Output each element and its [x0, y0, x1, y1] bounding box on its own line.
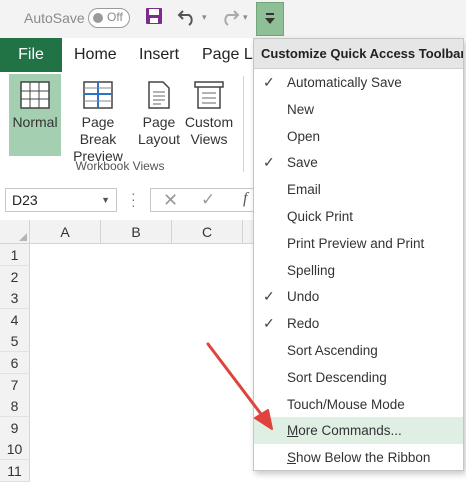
row-header[interactable]: 4	[0, 308, 30, 331]
custom-views-button[interactable]: Custom Views	[184, 74, 234, 156]
page-layout-button[interactable]: Page Layout	[136, 74, 182, 156]
tab-home[interactable]: Home	[74, 46, 117, 64]
autosave-label: AutoSave	[24, 10, 85, 26]
menu-item-label: Spelling	[287, 262, 336, 278]
row-header[interactable]: 3	[0, 287, 30, 310]
tab-insert[interactable]: Insert	[139, 46, 179, 64]
name-box-value: D23	[12, 192, 38, 208]
group-separator	[243, 76, 244, 172]
page-break-preview-label: Page Break Preview	[73, 114, 123, 164]
menu-item-label: Quick Print	[287, 209, 354, 224]
page-break-preview-icon	[83, 81, 113, 109]
menu-item[interactable]: Sort Descending	[254, 364, 463, 391]
autosave-state: Off	[107, 10, 123, 24]
row-header[interactable]: 2	[0, 265, 30, 288]
menu-item[interactable]: Touch/Mouse Mode	[254, 391, 463, 418]
menu-item-label: New	[287, 101, 315, 117]
checkmark-icon: ✓	[263, 74, 275, 90]
confirm-entry-icon[interactable]: ✓	[201, 190, 215, 210]
column-header[interactable]: A	[30, 220, 101, 244]
row-header[interactable]: 1	[0, 244, 30, 266]
tab-file[interactable]: File	[0, 38, 62, 72]
menu-item-label: Save	[287, 155, 318, 171]
workbook-views-group-label: Workbook Views	[75, 159, 165, 173]
menu-item-label: Undo	[287, 289, 320, 305]
custom-views-label: Custom Views	[184, 114, 234, 147]
normal-view-button[interactable]: Normal	[9, 74, 61, 156]
formula-bar-grip-icon[interactable]: · · ·	[131, 186, 136, 212]
menu-item[interactable]: Print Preview and Print	[254, 230, 463, 257]
row-header[interactable]: 11	[0, 460, 30, 482]
menu-item[interactable]: ✓ Save	[254, 149, 463, 176]
normal-view-label: Normal	[12, 114, 58, 130]
checkmark-icon: ✓	[263, 154, 275, 171]
undo-icon[interactable]	[177, 6, 199, 30]
normal-view-icon	[20, 81, 50, 109]
quick-access-toolbar: AutoSave Off ▾ ▾	[0, 0, 466, 38]
menu-item[interactable]: ✓ Undo	[254, 283, 463, 310]
menu-item[interactable]: Sort Ascending	[254, 337, 463, 364]
autosave-toggle[interactable]: Off	[88, 8, 130, 28]
menu-item[interactable]: ✓ Automatically Save	[254, 69, 463, 96]
customize-qat-button[interactable]	[256, 2, 284, 36]
name-box[interactable]: D23 ▼	[5, 188, 117, 212]
menu-item-label: Touch/Mouse Mode	[287, 396, 405, 412]
page-layout-icon	[148, 81, 170, 109]
column-header[interactable]: B	[101, 220, 172, 244]
column-header[interactable]: C	[172, 220, 243, 244]
menu-item-label: Sort Descending	[287, 369, 387, 385]
menu-item-label: Sort Ascending	[287, 343, 378, 358]
save-icon[interactable]	[144, 6, 166, 30]
menu-item[interactable]: Quick Print	[254, 203, 463, 230]
name-box-dropdown-icon[interactable]: ▼	[101, 189, 110, 211]
customize-qat-icon	[265, 13, 275, 24]
page-layout-label: Page Layout	[137, 114, 181, 147]
menu-item-label: Redo	[287, 316, 320, 332]
menu-item[interactable]: Open	[254, 123, 463, 150]
insert-function-icon[interactable]: f	[243, 190, 247, 208]
menu-item[interactable]: More Commands...	[254, 417, 463, 445]
checkmark-icon: ✓	[263, 315, 275, 332]
menu-item-label: Show Below the Ribbon	[287, 450, 431, 466]
checkmark-icon: ✓	[263, 288, 275, 305]
page-break-preview-button[interactable]: Page Break Preview	[63, 74, 133, 164]
menu-title: Customize Quick Access Toolbar	[254, 39, 463, 69]
menu-item[interactable]: New	[254, 96, 463, 123]
cancel-entry-icon[interactable]: ✕	[163, 190, 178, 211]
row-header[interactable]: 6	[0, 352, 30, 374]
row-header[interactable]: 10	[0, 438, 30, 461]
menu-item-label: Automatically Save	[287, 75, 402, 90]
menu-item[interactable]: Email	[254, 176, 463, 203]
row-header[interactable]: 8	[0, 395, 30, 418]
redo-icon[interactable]	[218, 6, 240, 30]
menu-item[interactable]: Show Below the Ribbon	[254, 444, 463, 471]
toggle-knob	[93, 13, 103, 23]
formula-buttons: ✕ ✓ f	[150, 188, 260, 212]
customize-qat-menu: Customize Quick Access Toolbar ✓ Automati…	[253, 38, 464, 471]
select-all-corner[interactable]	[0, 220, 30, 244]
menu-item-label: Open	[287, 128, 321, 144]
row-header[interactable]: 9	[0, 416, 30, 439]
menu-item-label: Print Preview and Print	[287, 235, 425, 251]
menu-item[interactable]: Spelling	[254, 257, 463, 284]
custom-views-icon	[194, 81, 224, 109]
menu-item[interactable]: ✓ Redo	[254, 310, 463, 337]
menu-item-label: More Commands...	[287, 423, 402, 439]
row-header[interactable]: 5	[0, 330, 30, 353]
redo-dropdown-icon[interactable]: ▾	[243, 12, 248, 23]
row-header[interactable]: 7	[0, 373, 30, 396]
undo-dropdown-icon[interactable]: ▾	[202, 12, 207, 23]
menu-item-label: Email	[287, 182, 321, 198]
